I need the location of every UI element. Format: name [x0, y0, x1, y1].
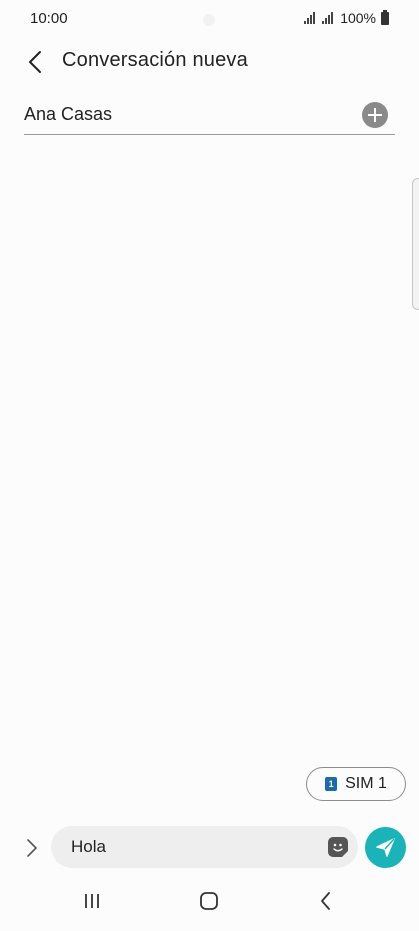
app-header: Conversación nueva [0, 40, 419, 82]
recents-icon [85, 894, 99, 908]
signal-icon [322, 12, 334, 24]
recents-button[interactable] [78, 887, 106, 915]
message-input[interactable] [71, 826, 311, 868]
sim-card-icon: 1 [325, 777, 338, 791]
send-icon [376, 838, 395, 857]
navigation-bar [0, 873, 419, 931]
sim-label: SIM 1 [345, 775, 387, 792]
camera-cutout [203, 14, 215, 26]
home-icon [200, 892, 218, 910]
recipient-field[interactable]: Ana Casas [24, 98, 395, 135]
battery-percentage: 100% [340, 10, 376, 26]
status-indicators: 100% [304, 9, 389, 26]
edge-panel-handle[interactable] [412, 178, 419, 310]
status-bar: 10:00 100% [0, 0, 419, 36]
page-title: Conversación nueva [62, 49, 248, 71]
add-recipient-button[interactable] [362, 102, 388, 128]
status-time: 10:00 [30, 10, 68, 27]
expand-options-button[interactable] [22, 836, 42, 860]
recipient-name: Ana Casas [24, 104, 113, 124]
message-input-container [51, 826, 358, 868]
sticker-button[interactable] [328, 837, 348, 857]
signal-icon [304, 12, 316, 24]
chevron-left-icon [29, 51, 41, 73]
send-button[interactable] [365, 827, 406, 868]
compose-bar [0, 826, 419, 870]
nav-back-button[interactable] [312, 887, 340, 915]
back-icon [321, 892, 330, 910]
sticker-icon [333, 843, 348, 857]
sim-selector-button[interactable]: 1 SIM 1 [306, 767, 406, 801]
back-button[interactable] [22, 48, 50, 76]
chevron-right-icon [27, 839, 37, 857]
battery-icon [381, 9, 389, 25]
home-button[interactable] [195, 887, 223, 915]
